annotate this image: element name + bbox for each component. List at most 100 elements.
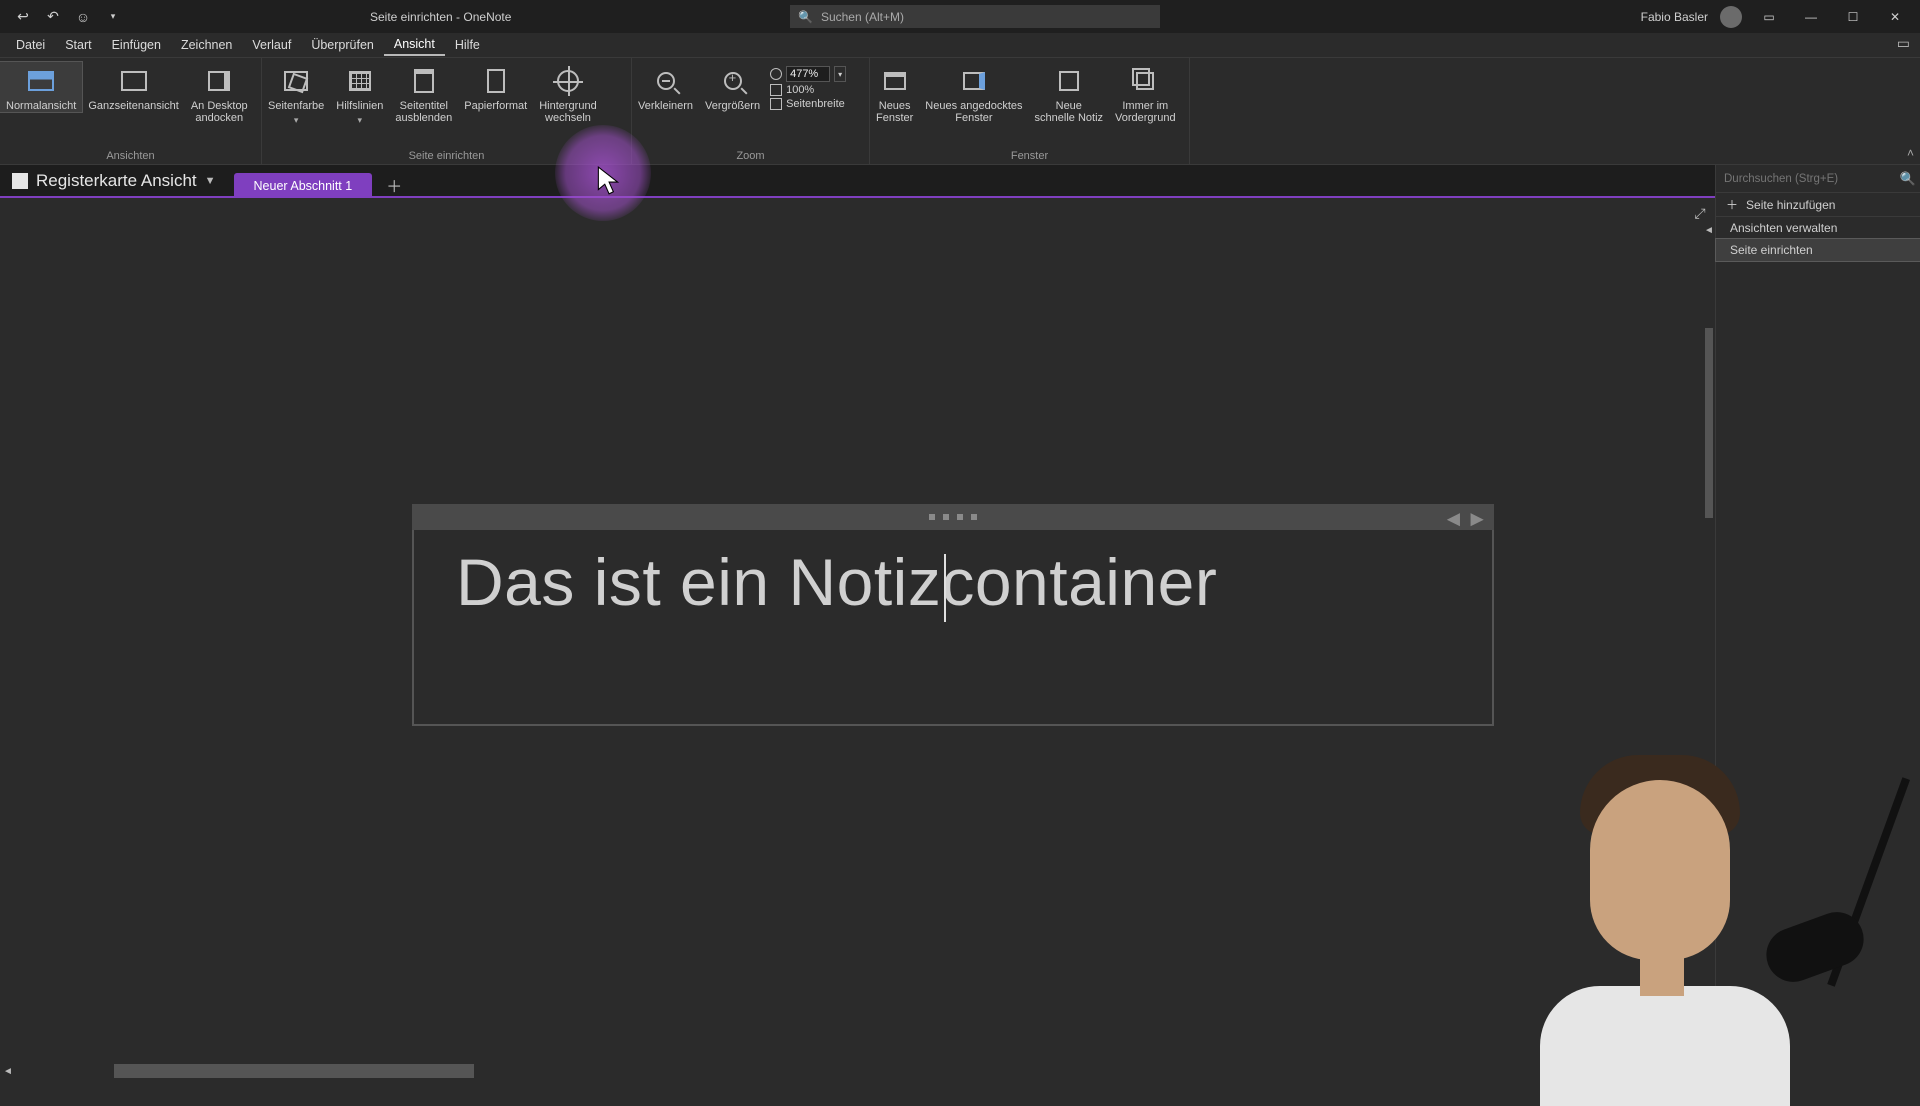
menu-verlauf[interactable]: Verlauf bbox=[242, 35, 301, 55]
search-icon: 🔍 bbox=[798, 10, 813, 24]
search-placeholder: Suchen (Alt+M) bbox=[821, 10, 904, 24]
verkleinern-button[interactable]: Verkleinern bbox=[632, 62, 699, 112]
page-search-input[interactable] bbox=[1716, 173, 1896, 185]
add-page-button[interactable]: ＋ Seite hinzufügen bbox=[1716, 193, 1920, 217]
neues-angedocktes-fenster-button[interactable]: Neues angedocktes Fenster bbox=[919, 62, 1028, 124]
grip-dot-icon bbox=[929, 514, 935, 520]
page-list-pane: 🔍 ＋ Seite hinzufügen ◄ Ansichten verwalt… bbox=[1715, 165, 1920, 1062]
collapse-ribbon-button[interactable]: ˄ bbox=[1907, 146, 1914, 160]
note-container-right-arrow-icon[interactable]: ► bbox=[1466, 506, 1488, 532]
grip-dot-icon bbox=[957, 514, 963, 520]
an-desktop-andocken-button[interactable]: An Desktop andocken bbox=[185, 62, 254, 124]
note-container[interactable]: ◄ ► Das ist ein Notizcontainer bbox=[412, 504, 1494, 726]
scroll-left-arrow[interactable]: ◄ bbox=[0, 1063, 16, 1079]
ribbon-display-options[interactable]: ▭ bbox=[1754, 5, 1784, 29]
menu-start[interactable]: Start bbox=[55, 35, 101, 55]
zoom-out-icon bbox=[648, 66, 684, 96]
immer-im-vordergrund-button[interactable]: Immer im Vordergrund bbox=[1109, 62, 1182, 124]
search-icon[interactable]: 🔍 bbox=[1896, 171, 1920, 187]
group-label-seite: Seite einrichten bbox=[262, 150, 631, 162]
ribbon-group-fenster: Neues Fenster Neues angedocktes Fenster … bbox=[870, 58, 1190, 164]
note-text[interactable]: Das ist ein Notizcontainer bbox=[456, 548, 1450, 617]
hintergrund-wechseln-button[interactable]: Hintergrund wechseln bbox=[533, 62, 602, 124]
note-container-body[interactable]: Das ist ein Notizcontainer bbox=[412, 530, 1494, 726]
back-button[interactable]: ↩ bbox=[12, 6, 34, 28]
menu-hilfe[interactable]: Hilfe bbox=[445, 35, 490, 55]
global-search[interactable]: 🔍 Suchen (Alt+M) bbox=[790, 5, 1160, 28]
qat-dropdown[interactable]: ▾ bbox=[102, 6, 124, 28]
user-name[interactable]: Fabio Basler bbox=[1641, 10, 1708, 24]
menu-bar: Datei Start Einfügen Zeichnen Verlauf Üb… bbox=[0, 33, 1920, 57]
neue-schnelle-notiz-button[interactable]: Neue schnelle Notiz bbox=[1029, 62, 1109, 124]
user-avatar[interactable] bbox=[1720, 6, 1742, 28]
sync-button[interactable]: ☺ bbox=[72, 6, 94, 28]
new-window-icon bbox=[877, 66, 913, 96]
menu-zeichnen[interactable]: Zeichnen bbox=[171, 35, 242, 55]
page-width-icon bbox=[770, 98, 782, 110]
notebook-bar: Registerkarte Ansicht ▼ Neuer Abschnitt … bbox=[0, 165, 1920, 198]
scroll-track[interactable] bbox=[16, 1064, 1699, 1078]
notebook-name: Registerkarte Ansicht bbox=[36, 171, 197, 191]
seitenfarbe-button[interactable]: Seitenfarbe ▾ bbox=[262, 62, 330, 126]
page-canvas[interactable]: ⤢ ◄ ► Das ist ein Notizcontainer bbox=[0, 198, 1715, 1062]
horizontal-scroll-thumb[interactable] bbox=[114, 1064, 474, 1078]
maximize-button[interactable]: ☐ bbox=[1838, 5, 1868, 29]
note-container-grip[interactable] bbox=[412, 504, 1494, 530]
chevron-down-icon: ▼ bbox=[205, 175, 216, 187]
seitentitel-ausblenden-button[interactable]: Seitentitel ausblenden bbox=[389, 62, 458, 124]
always-on-top-icon bbox=[1127, 66, 1163, 96]
close-button[interactable]: ✕ bbox=[1880, 5, 1910, 29]
ganzseitenansicht-button[interactable]: Ganzseitenansicht bbox=[82, 62, 185, 112]
notebook-icon bbox=[12, 173, 28, 189]
ribbon: Normalansicht Ganzseitenansicht An Deskt… bbox=[0, 57, 1920, 165]
hilfslinien-button[interactable]: Hilfslinien ▾ bbox=[330, 62, 389, 126]
ribbon-group-zoom: Verkleinern Vergrößern ▾ 100% Seiten bbox=[632, 58, 870, 164]
plus-icon: ＋ bbox=[1726, 196, 1738, 213]
rule-lines-icon bbox=[342, 66, 378, 96]
text-cursor bbox=[944, 554, 946, 622]
papierformat-button[interactable]: Papierformat bbox=[458, 62, 533, 112]
neues-fenster-button[interactable]: Neues Fenster bbox=[870, 62, 919, 124]
vertical-scroll-thumb[interactable] bbox=[1705, 328, 1713, 518]
group-label-fenster: Fenster bbox=[870, 150, 1189, 162]
title-bar: ↩ ↶ ☺ ▾ Seite einrichten - OneNote 🔍 Suc… bbox=[0, 0, 1920, 33]
zoom-100-button[interactable]: 100% bbox=[770, 84, 846, 96]
zoom-dropdown[interactable]: ▾ bbox=[834, 66, 846, 82]
zoom-value-icon bbox=[770, 68, 782, 80]
full-page-view-icon bbox=[116, 66, 152, 96]
page-search[interactable]: 🔍 bbox=[1716, 165, 1920, 193]
grip-dot-icon bbox=[943, 514, 949, 520]
grip-dot-icon bbox=[971, 514, 977, 520]
zoom-pagewidth-button[interactable]: Seitenbreite bbox=[770, 98, 846, 110]
dock-to-desktop-icon bbox=[201, 66, 237, 96]
window-title: Seite einrichten - OneNote bbox=[370, 10, 511, 24]
page-list-item[interactable]: Ansichten verwalten bbox=[1716, 217, 1920, 239]
add-section-button[interactable]: ＋ bbox=[386, 173, 402, 197]
undo-button[interactable]: ↶ bbox=[42, 6, 64, 28]
normalansicht-button[interactable]: Normalansicht bbox=[0, 62, 82, 112]
minimize-button[interactable]: — bbox=[1796, 5, 1826, 29]
menu-datei[interactable]: Datei bbox=[6, 35, 55, 55]
notebook-dropdown[interactable]: Registerkarte Ansicht ▼ bbox=[0, 171, 216, 191]
background-icon bbox=[550, 66, 586, 96]
section-tab[interactable]: Neuer Abschnitt 1 bbox=[234, 173, 373, 199]
normal-view-icon bbox=[23, 66, 59, 96]
menu-ueberpruefen[interactable]: Überprüfen bbox=[301, 35, 384, 55]
zoom-100-icon bbox=[770, 84, 782, 96]
horizontal-scrollbar[interactable]: ◄ ► bbox=[0, 1062, 1715, 1080]
vertical-scrollbar[interactable] bbox=[1705, 198, 1715, 1062]
zoom-in-icon bbox=[715, 66, 751, 96]
ribbon-options-button[interactable]: ▭ bbox=[1897, 35, 1910, 52]
vergroessern-button[interactable]: Vergrößern bbox=[699, 62, 766, 112]
menu-einfuegen[interactable]: Einfügen bbox=[102, 35, 171, 55]
note-container-left-arrow-icon[interactable]: ◄ bbox=[1442, 506, 1464, 532]
scroll-right-arrow[interactable]: ► bbox=[1699, 1063, 1715, 1079]
new-docked-window-icon bbox=[956, 66, 992, 96]
menu-ansicht[interactable]: Ansicht bbox=[384, 34, 445, 56]
page-list-item[interactable]: Seite einrichten bbox=[1716, 239, 1920, 261]
quick-note-icon bbox=[1051, 66, 1087, 96]
zoom-value-input[interactable] bbox=[786, 66, 830, 82]
group-label-ansichten: Ansichten bbox=[0, 150, 261, 162]
page-color-icon bbox=[278, 66, 314, 96]
paper-size-icon bbox=[478, 66, 514, 96]
